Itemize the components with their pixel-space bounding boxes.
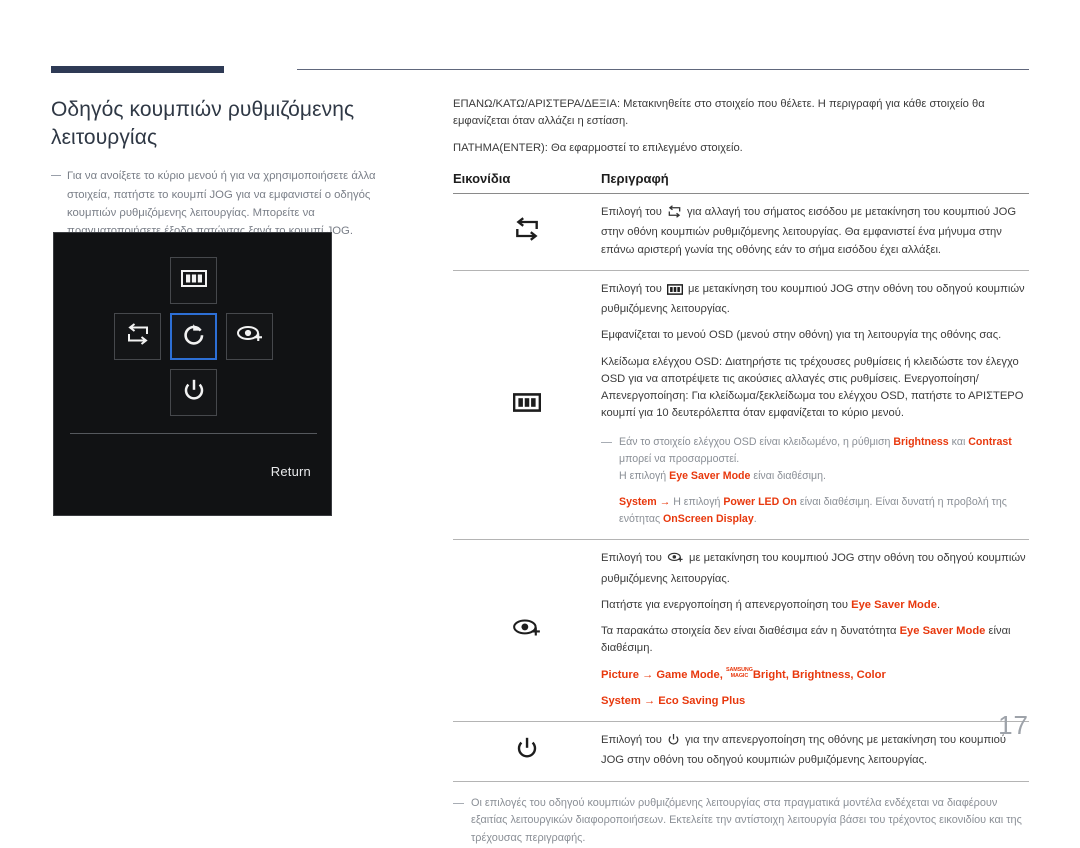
table-body: Επιλογή του για αλλαγή του σήματος εισόδ… (453, 193, 1029, 782)
return-arrow-icon (182, 322, 206, 351)
header-thin-rule (297, 69, 1029, 70)
row-icon-cell (453, 721, 601, 782)
row-description-cell: Επιλογή του για αλλαγή του σήματος εισόδ… (601, 193, 1029, 271)
highlighted-term: Brightness (893, 435, 949, 448)
subnote-dash-icon (601, 441, 612, 443)
note-dash-icon (51, 175, 61, 177)
subnote-paragraph: Εάν το στοιχείο ελέγχου OSD είναι κλειδω… (619, 435, 1012, 482)
highlighted-term: Picture → Game Mode, (601, 668, 726, 681)
power-icon (182, 378, 206, 407)
footer-note-dash-icon (453, 802, 464, 804)
row-description-cell: Επιλογή του για την απενεργοποίηση της ο… (601, 721, 1029, 782)
source-swap-icon (513, 217, 541, 245)
table-header-row: Εικονίδια Περιγραφή (453, 171, 1029, 194)
intro-paragraph-directions: ΕΠΑΝΩ/ΚΑΤΩ/ΑΡΙΣΤΕΡΑ/ΔΕΞΙΑ: Μετακινηθείτε… (453, 98, 985, 128)
description-paragraph: System → Eco Saving Plus (601, 693, 1029, 710)
description-paragraph: Επιλογή του με μετακίνηση του κουμπιού J… (601, 282, 1025, 316)
source-swap-icon (667, 205, 682, 224)
eye-saver-icon (512, 619, 542, 644)
intro-paragraph-enter: ΠΑΤΗΜΑ(ENTER): Θα εφαρμοστεί το επιλεγμέ… (453, 141, 743, 154)
footer-note: Οι επιλογές του οδηγού κουμπιών ρυθμιζόμ… (453, 795, 1029, 848)
power-icon (667, 733, 680, 752)
column-header-description: Περιγραφή (601, 171, 669, 187)
description-paragraph: Picture → Game Mode, SAMSUNG MAGIC Bright,… (601, 667, 1029, 684)
table-row: Επιλογή του με μετακίνηση του κουμπιού J… (453, 539, 1029, 723)
intro-note: Για να ανοίξετε το κύριο μενού ή για να … (51, 167, 396, 240)
description-paragraph: Κλείδωμα ελέγχου OSD: Διατηρήστε τις τρέ… (601, 355, 1024, 420)
page-title: Οδηγός κουμπιών ρυθμιζόμενης λειτουργίας (51, 98, 355, 149)
highlighted-term: Contrast (968, 435, 1012, 448)
right-column: ΕΠΑΝΩ/ΚΑΤΩ/ΑΡΙΣΤΕΡΑ/ΔΕΞΙΑ: Μετακινηθείτε… (453, 96, 1029, 848)
header-accent-bar (51, 66, 224, 73)
osd-button-source[interactable] (114, 313, 161, 360)
column-header-icons: Εικονίδια (453, 171, 511, 187)
osd-button-eye-saver[interactable] (226, 313, 273, 360)
highlighted-term: → (656, 496, 674, 509)
description-paragraph: Επιλογή του για αλλαγή του σήματος εισόδ… (601, 205, 1017, 256)
left-column: Οδηγός κουμπιών ρυθμιζόμενης λειτουργίας… (51, 96, 396, 241)
table-head: Εικονίδια Περιγραφή (453, 171, 1029, 194)
osd-return-label[interactable]: Return (271, 464, 311, 479)
highlighted-term: System → Eco Saving Plus (601, 694, 746, 707)
row-description-cell: Επιλογή του με μετακίνηση του κουμπιού J… (601, 270, 1029, 541)
table-row: Επιλογή του με μετακίνηση του κουμπιού J… (453, 270, 1029, 541)
page-number: 17 (998, 710, 1029, 740)
header-rules (51, 66, 1029, 76)
highlighted-term: Eye Saver Mode (851, 598, 937, 611)
menu-icon (512, 392, 542, 416)
table-row: Επιλογή του για αλλαγή του σήματος εισόδ… (453, 193, 1029, 271)
description-paragraph: Εμφανίζεται το μενού OSD (μενού στην οθό… (601, 329, 1002, 342)
description-paragraph: Επιλογή του για την απενεργοποίηση της ο… (601, 733, 1007, 767)
highlighted-term: Power LED On (723, 496, 797, 509)
osd-button-power[interactable] (170, 369, 217, 416)
highlighted-term: OnScreen Display (663, 513, 754, 526)
footer-note-text: Οι επιλογές του οδηγού κουμπιών ρυθμιζόμ… (471, 796, 1022, 844)
osd-divider (70, 433, 317, 434)
osd-screenshot: Return (53, 232, 332, 516)
eye-saver-icon (667, 551, 684, 570)
document-page: Οδηγός κουμπιών ρυθμιζόμενης λειτουργίας… (0, 0, 1080, 844)
description-paragraph: Επιλογή του με μετακίνηση του κουμπιού J… (601, 551, 1026, 585)
highlighted-term: System (619, 496, 657, 509)
row-icon-cell (453, 539, 601, 723)
power-icon (515, 738, 539, 764)
osd-button-menu[interactable] (170, 257, 217, 304)
source-swap-icon (125, 323, 151, 350)
row-subnote: Εάν το στοιχείο ελέγχου OSD είναι κλειδω… (601, 434, 1029, 529)
description-paragraph: Πατήστε για ενεργοποίηση ή απενεργοποίησ… (601, 598, 941, 611)
highlighted-term: Eye Saver Mode (899, 625, 986, 638)
highlighted-term: Eye Saver Mode (669, 469, 751, 482)
menu-icon (180, 269, 207, 292)
highlighted-term: Bright, Brightness, Color (752, 668, 886, 681)
table-row: Επιλογή του για την απενεργοποίηση της ο… (453, 721, 1029, 782)
subnote-paragraph: System → Η επιλογή Power LED On είναι δι… (619, 496, 1007, 526)
samsung-magic-logo: SAMSUNG MAGIC (725, 667, 753, 679)
osd-button-return[interactable] (170, 313, 217, 360)
eye-saver-icon (236, 323, 264, 350)
row-icon-cell (453, 270, 601, 541)
row-description-cell: Επιλογή του με μετακίνηση του κουμπιού J… (601, 539, 1029, 723)
menu-icon (666, 283, 684, 301)
icon-description-table: Εικονίδια Περιγραφή Επιλογή του για αλλα… (453, 171, 1029, 782)
row-icon-cell (453, 193, 601, 271)
intro-note-text: Για να ανοίξετε το κύριο μενού ή για να … (67, 170, 376, 238)
description-paragraph: Τα παρακάτω στοιχεία δεν είναι διαθέσιμα… (601, 625, 1011, 655)
